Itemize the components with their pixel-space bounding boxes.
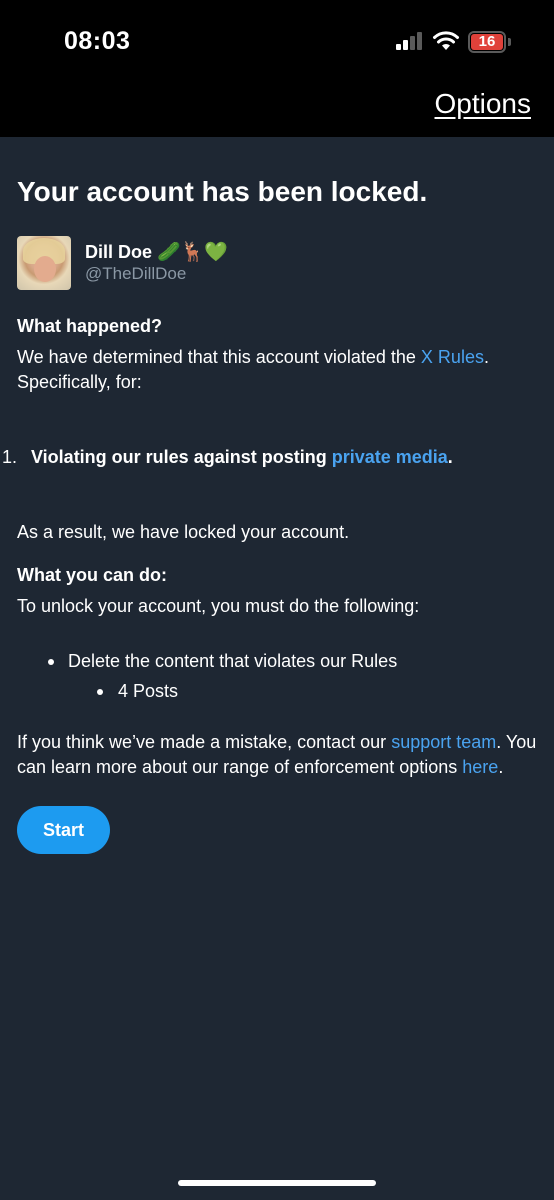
what-happened-heading: What happened? <box>17 316 162 336</box>
mistake-text: If you think we’ve made a mistake, conta… <box>17 732 537 777</box>
x-rules-link[interactable]: X Rules <box>421 347 484 367</box>
page-title: Your account has been locked. <box>17 176 428 207</box>
what-happened-text: We have determined that this account vio… <box>17 347 489 392</box>
list-item: Delete the content that violates our Rul… <box>17 649 537 674</box>
options-link[interactable]: Options <box>435 88 532 120</box>
battery-cap <box>508 38 511 46</box>
here-link[interactable]: here <box>462 757 498 777</box>
battery-level: 16 <box>471 34 503 50</box>
user-handle: @TheDillDoe <box>85 264 187 283</box>
name-emojis: 🥒🦌💚 <box>157 241 229 263</box>
sub-list-item: 4 Posts <box>17 679 537 704</box>
avatar <box>17 236 71 290</box>
battery-icon: 16 <box>468 31 506 53</box>
result-text: As a result, we have locked your account… <box>17 522 350 542</box>
wifi-icon <box>433 31 459 50</box>
what-you-can-do-heading: What you can do: <box>17 565 167 585</box>
user-card: Dill Doe 🥒🦌💚 @TheDillDoe <box>17 236 537 292</box>
cellular-signal-icon <box>396 32 424 50</box>
user-display-name: Dill Doe 🥒🦌💚 <box>85 240 228 263</box>
display-name-text: Dill Doe <box>85 242 153 262</box>
violation-item: 1. Violating our rules against posting p… <box>0 445 537 470</box>
support-team-link[interactable]: support team <box>391 732 496 752</box>
private-media-link[interactable]: private media <box>332 447 448 467</box>
status-time: 08:03 <box>64 27 131 55</box>
unlock-instructions: To unlock your account, you must do the … <box>17 596 420 616</box>
home-indicator[interactable] <box>178 1180 376 1186</box>
top-bar: 08:03 16 Options <box>0 0 554 137</box>
start-button[interactable]: Start <box>17 806 110 854</box>
main-content: Your account has been locked. Dill Doe 🥒… <box>2 174 537 854</box>
violation-number: 1. <box>2 447 18 467</box>
